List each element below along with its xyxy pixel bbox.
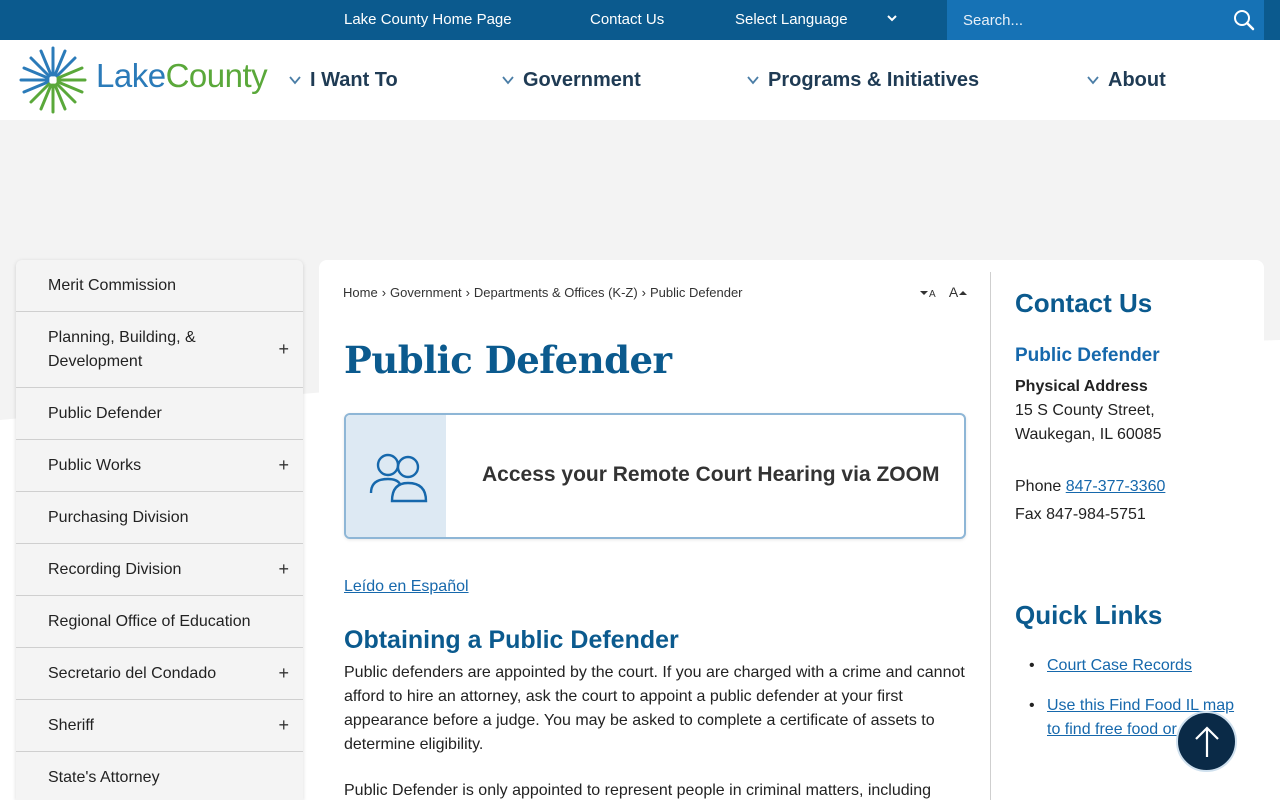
sidebar-item-planning-building[interactable]: Planning, Building, & Development + [16,312,303,388]
section-heading: Obtaining a Public Defender [344,626,679,654]
sidebar-nav: Merit Commission Planning, Building, & D… [16,260,303,800]
contact-us-link[interactable]: Contact Us [590,0,664,40]
caret-up-icon [959,291,968,295]
expand-icon[interactable]: + [278,339,289,360]
phone-row: Phone 847-377-3360 [1015,478,1166,495]
expand-icon[interactable]: + [278,715,289,736]
chevron-down-icon[interactable] [884,10,900,26]
lake-county-logo[interactable]: LakeCounty [18,45,278,115]
utility-bar: Lake County Home Page Contact Us Select … [0,0,1280,40]
contact-office-name[interactable]: Public Defender [1015,345,1160,367]
sidebar-item-states-attorney[interactable]: State's Attorney [16,752,303,800]
section-paragraph-1: Public defenders are appointed by the co… [344,664,965,753]
search-box [947,0,1264,40]
logo-star-icon [19,46,87,114]
breadcrumb-departments[interactable]: Departments & Offices (K-Z) [474,285,638,300]
sidebar-item-public-works[interactable]: Public Works + [16,440,303,492]
search-icon[interactable] [1232,8,1256,32]
sidebar-item-purchasing[interactable]: Purchasing Division [16,492,303,544]
address-line-2: Waukegan, IL 60085 [1015,426,1162,443]
expand-icon[interactable]: + [278,455,289,476]
chevron-down-icon [1087,76,1099,85]
quick-links-heading: Quick Links [1015,600,1163,630]
select-language-dropdown[interactable]: Select Language [735,0,848,40]
page-title: Public Defender [344,338,672,382]
nav-government[interactable]: Government [501,40,641,120]
breadcrumb: Home › Government › Departments & Offices (K… [343,285,743,300]
sidebar-item-sheriff[interactable]: Sheriff + [16,700,303,752]
breadcrumb-government[interactable]: Government [390,285,462,300]
address-label: Physical Address [1015,378,1148,395]
list-item: • Court Case Records [1029,657,1192,674]
sidebar-item-recording[interactable]: Recording Division + [16,544,303,596]
sidebar-item-regional-office[interactable]: Regional Office of Education [16,596,303,648]
expand-icon[interactable]: + [278,663,289,684]
sidebar-item-public-defender[interactable]: Public Defender [16,388,303,440]
back-to-top-button[interactable] [1176,711,1237,772]
sidebar-item-secretario[interactable]: Secretario del Condado + [16,648,303,700]
section-paragraph-2: Public Defender is only appointed to rep… [344,782,931,799]
main-header: LakeCounty I Want To Government Programs… [0,40,1280,120]
arrow-up-icon [1195,726,1219,757]
home-page-link[interactable]: Lake County Home Page [344,0,512,40]
column-divider [990,272,991,800]
court-case-records-link[interactable]: Court Case Records [1047,657,1192,674]
chevron-down-icon [747,76,759,85]
expand-icon[interactable]: + [278,559,289,580]
address-line-1: 15 S County Street, [1015,402,1155,419]
chevron-down-icon [289,76,301,85]
zoom-hearing-banner[interactable]: Access your Remote Court Hearing via ZOO… [344,413,966,539]
content-card: Home › Government › Departments & Offices (K… [319,260,1264,800]
nav-i-want-to[interactable]: I Want To [288,40,398,120]
increase-font-button[interactable]: A [949,284,968,300]
decrease-font-button[interactable]: A [919,284,941,300]
nav-about[interactable]: About [1086,40,1166,120]
fax-text: Fax 847-984-5751 [1015,506,1146,523]
sidebar-item-merit-commission[interactable]: Merit Commission [16,260,303,312]
nav-programs-initiatives[interactable]: Programs & Initiatives [746,40,979,120]
search-input[interactable] [947,0,1227,40]
logo-wordmark: LakeCounty [96,57,268,94]
breadcrumb-home[interactable]: Home [343,285,378,300]
contact-heading: Contact Us [1015,288,1153,318]
font-resize-controls: A A [919,284,968,300]
chevron-down-icon [502,76,514,85]
caret-down-icon [920,291,928,295]
phone-link[interactable]: 847-377-3360 [1066,478,1166,495]
users-icon [369,453,428,503]
spanish-link[interactable]: Leído en Español [344,578,469,596]
breadcrumb-current: Public Defender [650,285,743,300]
